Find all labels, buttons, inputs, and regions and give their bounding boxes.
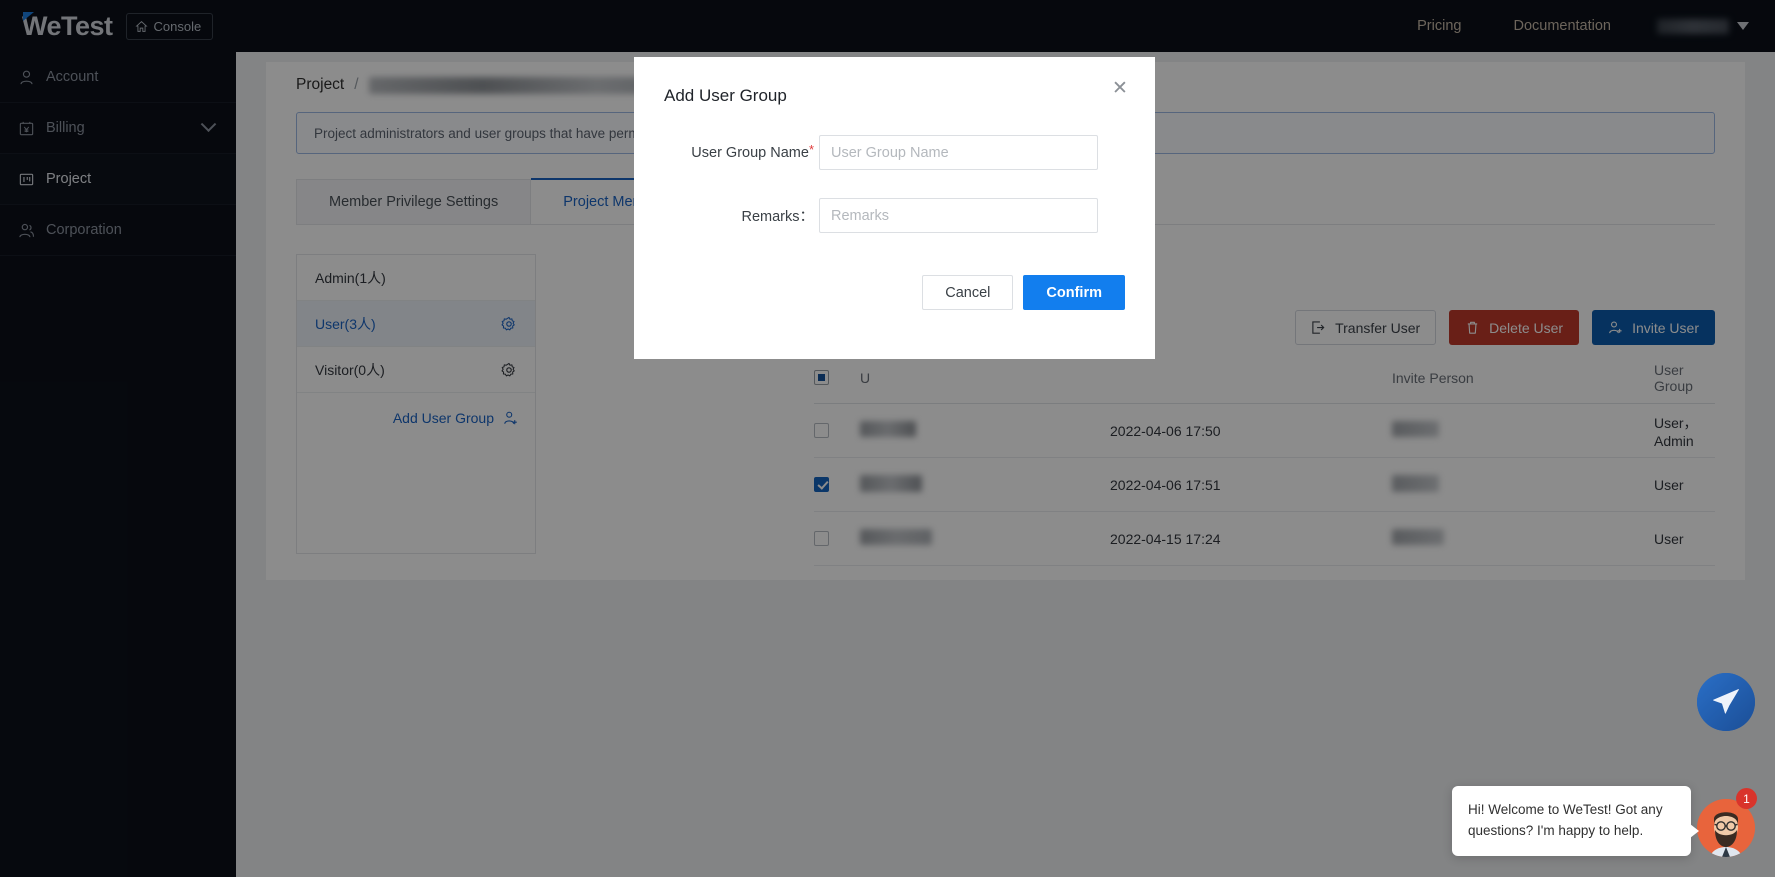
confirm-button[interactable]: Confirm xyxy=(1023,275,1125,310)
chat-welcome-message[interactable]: Hi! Welcome to WeTest! Got any questions… xyxy=(1452,786,1699,856)
chat-message-text: Hi! Welcome to WeTest! Got any questions… xyxy=(1468,802,1663,839)
user-group-name-input[interactable] xyxy=(819,135,1098,170)
field-row-remarks: Remarks： xyxy=(634,198,1155,233)
remarks-input[interactable] xyxy=(819,198,1098,233)
add-user-group-dialog: Add User Group ✕ User Group Name* Remark… xyxy=(634,57,1155,359)
field-row-user-group-name: User Group Name* xyxy=(634,135,1155,170)
required-asterisk: * xyxy=(808,141,814,157)
paper-plane-icon xyxy=(1713,689,1739,714)
dialog-title: Add User Group xyxy=(664,86,787,105)
user-group-name-label-text: User Group Name xyxy=(691,144,809,161)
telegram-chat-button[interactable] xyxy=(1697,673,1755,731)
chat-unread-badge: 1 xyxy=(1736,788,1757,809)
close-icon[interactable]: ✕ xyxy=(1107,75,1133,101)
remarks-label: Remarks： xyxy=(634,205,814,226)
app-root: WeTest Console Pricing Documentation Acc… xyxy=(0,0,1775,877)
remarks-label-text: Remarks： xyxy=(741,209,814,225)
user-group-name-label: User Group Name* xyxy=(634,141,814,161)
dialog-buttons: Cancel Confirm xyxy=(922,275,1125,310)
cancel-button[interactable]: Cancel xyxy=(922,275,1014,310)
